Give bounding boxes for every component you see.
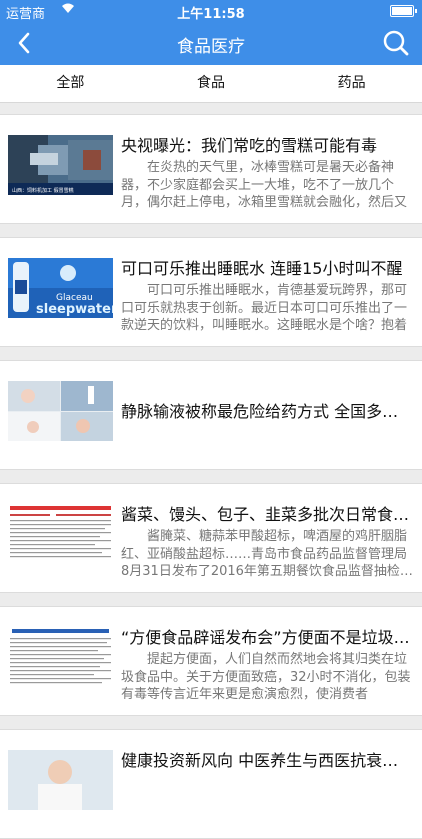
search-button[interactable] [382,29,410,57]
article-title: 酱菜、馒头、包子、韭菜多批次日常食… [121,505,410,524]
tab-all[interactable]: 全部 [0,65,141,102]
thumb-caption: 山西：饲料机加工 假冒雪糕 [12,187,74,194]
article-summary: 可口可乐推出睡眠水，肯德基爱玩跨界，那可口可乐就热衷于创新。最近日本可口可乐推出… [121,283,408,333]
article-thumbnail: Glaceau sleepwater [8,258,113,318]
clock: 上午11:58 [177,7,245,22]
search-icon [383,30,409,56]
thumb-product: sleepwater [36,302,113,317]
article-summary: 提起方便面，人们自然而然地会将其归类在垃圾食品中。关于方便面致癌，32小时不消化… [121,652,411,702]
page-title: 食品医疗 [177,37,245,57]
article-item-noodles[interactable]: “方便食品辟谣发布会”方便面不是垃圾… 提起方便面，人们自然而然地会将其归类在垃… [0,606,422,716]
article-thumbnail [8,504,113,564]
tab-medicine[interactable]: 药品 [281,65,422,102]
article-item-pickles[interactable]: 酱菜、馒头、包子、韭菜多批次日常食… 酱腌菜、糖蒜苯甲酸超标，啤酒屋的鸡肝胭脂红… [0,483,422,593]
article-thumbnail: 山西：饲料机加工 假冒雪糕 [8,135,113,195]
article-title: 健康投资新风向 中医养生与西医抗衰… [121,751,399,770]
article-thumbnail [8,750,113,810]
article-title: 静脉输液被称最危险给药方式 全国多… [121,402,399,421]
tab-food[interactable]: 食品 [141,65,282,102]
article-title: “方便食品辟谣发布会”方便面不是垃圾… [121,628,410,647]
status-bar: 运营商 上午11:58 [0,0,422,22]
article-item-icecream[interactable]: 山西：饲料机加工 假冒雪糕 央视曝光：我们常吃的雪糕可能有毒 在炎热的天气里，冰… [0,114,422,224]
battery-icon [390,5,417,17]
article-title: 可口可乐推出睡眠水 连睡15小时叫不醒 [121,259,403,278]
article-item-health[interactable]: 健康投资新风向 中医养生与西医抗衰… [0,729,422,839]
article-item-infusion[interactable]: 静脉输液被称最危险给药方式 全国多… [0,360,422,470]
article-title: 央视曝光：我们常吃的雪糕可能有毒 [121,136,378,155]
category-tabs: 全部 食品 药品 [0,65,422,103]
article-summary: 在炎热的天气里，冰棒雪糕可是暑天必备神器，不少家庭都会买上一大堆，吃不了一放几个… [121,160,408,210]
article-summary: 酱腌菜、糖蒜苯甲酸超标，啤酒屋的鸡肝胭脂红、亚硝酸盐超标……青岛市食品药品监督管… [121,529,413,579]
article-list: 山西：饲料机加工 假冒雪糕 央视曝光：我们常吃的雪糕可能有毒 在炎热的天气里，冰… [0,103,422,839]
nav-bar: 食品医疗 [0,21,422,65]
article-item-sleepwater[interactable]: Glaceau sleepwater 可口可乐推出睡眠水 连睡15小时叫不醒 可… [0,237,422,347]
article-thumbnail [8,627,113,687]
article-thumbnail [8,381,113,441]
